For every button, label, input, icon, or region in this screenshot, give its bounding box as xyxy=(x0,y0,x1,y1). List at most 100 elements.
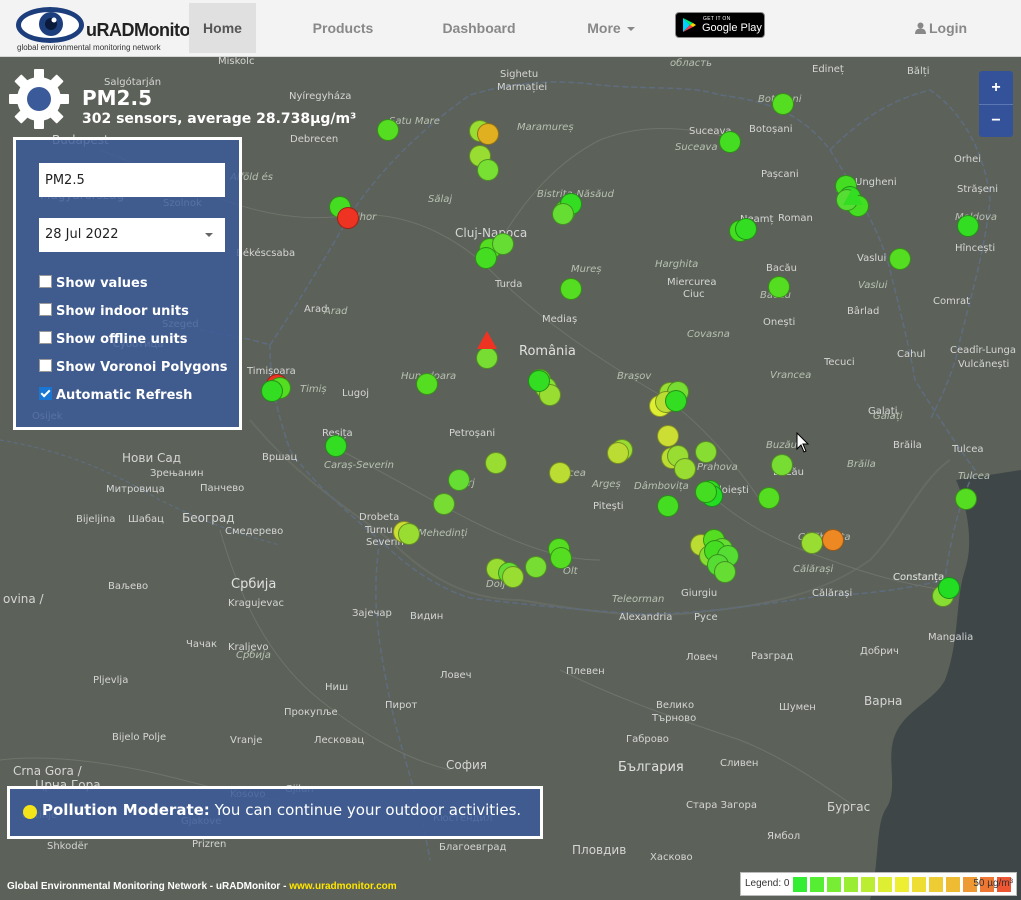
show-indoor-checkbox[interactable] xyxy=(39,303,52,316)
auto-refresh-checkbox[interactable] xyxy=(39,387,52,400)
sensor-marker[interactable] xyxy=(772,93,794,115)
sensor-marker[interactable] xyxy=(477,159,499,181)
sensor-marker[interactable] xyxy=(714,561,736,583)
google-play-badge[interactable]: GET IT ON Google Play xyxy=(675,12,765,38)
logo[interactable]: uRADMonitor global environmental monitor… xyxy=(14,3,197,53)
sensor-marker[interactable] xyxy=(377,119,399,141)
zoom-in-button[interactable]: + xyxy=(979,72,1013,104)
footer-link[interactable]: www.uradmonitor.com xyxy=(289,881,396,892)
nav-dashboard[interactable]: Dashboard xyxy=(432,3,526,53)
map-place-label: Călărași xyxy=(793,564,834,575)
show-voronoi-checkbox[interactable] xyxy=(39,359,52,372)
sensor-marker[interactable] xyxy=(768,276,790,298)
sensor-marker[interactable] xyxy=(552,203,574,225)
map-place-label: Нови Сад xyxy=(122,451,182,465)
map-place-label: Strășeni xyxy=(957,184,998,195)
sensor-marker[interactable] xyxy=(957,215,979,237)
sensor-marker[interactable] xyxy=(549,462,571,484)
nav-more[interactable]: More xyxy=(576,3,646,53)
map-place-label: Tulcea xyxy=(958,471,990,482)
map-place-label: Благоевград xyxy=(439,842,507,853)
sensor-marker[interactable] xyxy=(674,458,696,480)
show-values-checkbox[interactable] xyxy=(39,275,52,288)
sensor-marker[interactable] xyxy=(695,481,717,503)
legend-swatch xyxy=(844,877,858,892)
sensor-marker[interactable] xyxy=(475,247,497,269)
color-legend: Legend: 0 50 µg/m³ xyxy=(740,872,1017,896)
map-place-label: Vulcănești xyxy=(958,359,1010,370)
show-voronoi-option[interactable]: Show Voronoi Polygons xyxy=(39,359,228,379)
map-place-label: Shkodër xyxy=(47,841,88,852)
sensor-marker[interactable] xyxy=(955,488,977,510)
map-place-label: Bacău xyxy=(766,263,797,274)
sensor-marker[interactable] xyxy=(560,278,582,300)
map-place-label: Велико xyxy=(656,700,695,711)
gplay-big-text: Google Play xyxy=(702,22,762,34)
sensor-marker[interactable] xyxy=(448,469,470,491)
sensor-marker[interactable] xyxy=(607,442,629,464)
sensor-marker[interactable] xyxy=(502,566,524,588)
sensor-triangle-marker[interactable] xyxy=(843,187,863,205)
map-place-label: Панчево xyxy=(200,483,245,494)
sensor-marker[interactable] xyxy=(398,523,420,545)
map-place-label: Pașcani xyxy=(761,169,799,180)
sensor-marker[interactable] xyxy=(337,207,359,229)
sensor-marker[interactable] xyxy=(550,547,572,569)
map-place-label: Ceadîr-Lunga xyxy=(950,345,1017,356)
map-place-label: Плевен xyxy=(566,666,605,677)
sensor-marker[interactable] xyxy=(889,248,911,270)
sensor-marker[interactable] xyxy=(758,487,780,509)
sensor-marker[interactable] xyxy=(719,131,741,153)
date-select[interactable]: 28 Jul 2022 xyxy=(39,218,225,252)
sensor-marker[interactable] xyxy=(801,532,823,554)
sensor-marker[interactable] xyxy=(476,347,498,369)
sensor-marker[interactable] xyxy=(657,495,679,517)
auto-refresh-option[interactable]: Automatic Refresh xyxy=(39,387,192,407)
sensor-triangle-marker[interactable] xyxy=(477,331,497,349)
map-place-label: Dâmbovița xyxy=(634,481,689,492)
sensor-marker[interactable] xyxy=(938,577,960,599)
show-offline-option[interactable]: Show offline units xyxy=(39,331,188,351)
map-place-label: область xyxy=(670,58,713,69)
zoom-control: + − xyxy=(979,71,1013,137)
map-place-label: Békéscsaba xyxy=(236,248,296,259)
map-place-label: Bijeljina xyxy=(76,514,116,525)
map-place-label: Габрово xyxy=(626,734,669,745)
user-icon xyxy=(915,22,926,34)
nav-products[interactable]: Products xyxy=(300,3,386,53)
map-place-label: Vrancea xyxy=(770,370,812,381)
sensor-marker[interactable] xyxy=(665,390,687,412)
map-place-label: Caraș-Severin xyxy=(324,460,394,471)
parameter-input[interactable] xyxy=(39,163,225,197)
map-place-label: Lugoj xyxy=(342,388,369,399)
show-offline-checkbox[interactable] xyxy=(39,331,52,344)
chevron-down-icon xyxy=(205,233,213,237)
sensor-marker[interactable] xyxy=(477,123,499,145)
sensor-marker[interactable] xyxy=(416,373,438,395)
sensor-marker[interactable] xyxy=(695,441,717,463)
map-place-label: Bijelo Polje xyxy=(112,732,167,743)
nav-home[interactable]: Home xyxy=(189,3,256,53)
sensor-marker[interactable] xyxy=(433,493,455,515)
map-place-label: Hîncești xyxy=(955,243,996,254)
sensor-marker[interactable] xyxy=(485,452,507,474)
control-panel: 28 Jul 2022 Show values Show indoor unit… xyxy=(13,137,242,430)
sensor-marker[interactable] xyxy=(525,556,547,578)
gear-icon[interactable] xyxy=(8,68,70,130)
zoom-out-button[interactable]: − xyxy=(979,104,1013,137)
pollution-status-bar: Pollution Moderate: You can continue you… xyxy=(7,786,543,839)
sensor-marker[interactable] xyxy=(735,218,757,240)
map-place-label: Onești xyxy=(763,317,796,328)
sensor-marker[interactable] xyxy=(657,425,679,447)
map-place-label: Видин xyxy=(410,611,444,622)
map-place-label: Ямбол xyxy=(767,831,801,842)
sensor-marker[interactable] xyxy=(771,454,793,476)
map-place-label: Sighetu xyxy=(500,69,539,80)
sensor-marker[interactable] xyxy=(325,435,347,457)
sensor-marker[interactable] xyxy=(528,370,550,392)
login-link[interactable]: Login xyxy=(915,3,967,53)
show-indoor-option[interactable]: Show indoor units xyxy=(39,303,189,323)
sensor-marker[interactable] xyxy=(261,380,283,402)
sensor-marker[interactable] xyxy=(822,529,844,551)
show-values-option[interactable]: Show values xyxy=(39,275,148,295)
